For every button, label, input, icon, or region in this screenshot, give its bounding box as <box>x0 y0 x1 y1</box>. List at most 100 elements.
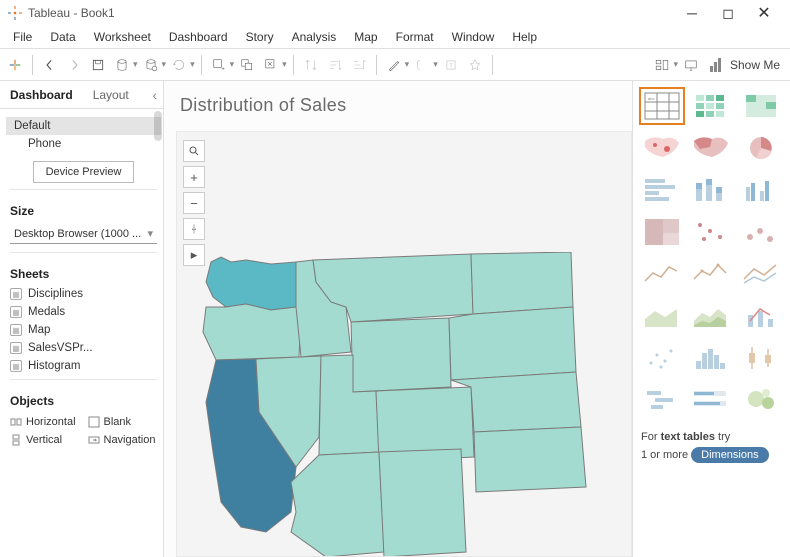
pause-auto-updates-button[interactable] <box>140 54 162 76</box>
map-zoom-in-button[interactable]: + <box>183 166 205 188</box>
size-value: Desktop Browser (1000 ... <box>14 228 141 240</box>
chart-type-area-continuous[interactable] <box>639 297 685 335</box>
object-navigation[interactable]: Navigation <box>86 432 160 448</box>
chart-type-heat-map[interactable] <box>689 87 735 125</box>
dropdown-icon[interactable]: ▾ <box>405 59 410 70</box>
group-button[interactable] <box>411 54 433 76</box>
chart-type-packed-bubble[interactable] <box>738 381 784 419</box>
menu-dashboard[interactable]: Dashboard <box>160 28 237 46</box>
refresh-button[interactable] <box>168 54 190 76</box>
dropdown-icon[interactable]: ▾ <box>282 59 287 70</box>
show-me-button[interactable]: Show Me <box>704 53 786 77</box>
collapse-panel-button[interactable]: ‹ <box>146 87 163 103</box>
save-button[interactable] <box>87 54 109 76</box>
chart-type-highlight-table[interactable] <box>738 87 784 125</box>
new-data-source-button[interactable] <box>111 54 133 76</box>
clear-button[interactable] <box>260 54 282 76</box>
close-button[interactable]: ✕ <box>746 1 782 25</box>
object-vertical[interactable]: Vertical <box>8 432 82 448</box>
worksheet-icon: ▦ <box>10 288 22 300</box>
size-dropdown[interactable]: Desktop Browser (1000 ... ▾ <box>10 224 157 244</box>
chart-type-bullet[interactable] <box>689 381 735 419</box>
dropdown-icon[interactable]: ▾ <box>673 59 678 70</box>
totals-button[interactable]: T <box>440 54 462 76</box>
scrollbar[interactable] <box>154 111 162 141</box>
horizontal-icon <box>10 416 22 428</box>
menu-data[interactable]: Data <box>41 28 84 46</box>
new-worksheet-button[interactable]: + <box>208 54 230 76</box>
map-view[interactable]: + − ▸ <box>176 131 632 557</box>
dropdown-icon[interactable]: ▾ <box>190 59 195 70</box>
tab-dashboard[interactable]: Dashboard <box>0 81 83 109</box>
back-button[interactable] <box>39 54 61 76</box>
highlight-button[interactable] <box>383 54 405 76</box>
divider <box>10 189 157 190</box>
state-arizona <box>291 452 384 557</box>
dropdown-icon[interactable]: ▾ <box>433 59 438 70</box>
sort-desc-button[interactable] <box>348 54 370 76</box>
map-zoom-out-button[interactable]: − <box>183 192 205 214</box>
menu-story[interactable]: Story <box>237 28 283 46</box>
chart-type-treemap[interactable] <box>639 213 685 251</box>
chart-type-line-continuous[interactable] <box>639 255 685 293</box>
chart-type-area-discrete[interactable] <box>689 297 735 335</box>
window-title: Tableau - Book1 <box>28 6 674 20</box>
chart-type-circle-views[interactable] <box>689 213 735 251</box>
chart-type-side-by-side-circle[interactable] <box>738 213 784 251</box>
dropdown-icon[interactable]: ▾ <box>162 59 167 70</box>
chart-type-dual-line[interactable] <box>738 255 784 293</box>
menu-worksheet[interactable]: Worksheet <box>85 28 160 46</box>
device-phone[interactable]: Phone <box>6 135 161 153</box>
chart-type-histogram[interactable] <box>689 339 735 377</box>
minimize-button[interactable]: ─ <box>674 1 710 25</box>
menu-analysis[interactable]: Analysis <box>283 28 346 46</box>
left-panel: Dashboard Layout ‹ Default Phone Device … <box>0 81 164 557</box>
sheet-item-medals[interactable]: ▦Medals <box>4 303 163 321</box>
maximize-button[interactable]: ◻ <box>710 1 746 25</box>
map-search-button[interactable] <box>183 140 205 162</box>
object-horizontal[interactable]: Horizontal <box>8 414 82 430</box>
sheet-item-map[interactable]: ▦Map <box>4 321 163 339</box>
device-preview-button[interactable]: Device Preview <box>33 161 135 183</box>
chart-type-text-table[interactable]: abc <box>639 87 685 125</box>
menu-format[interactable]: Format <box>387 28 443 46</box>
tableau-icon[interactable] <box>4 54 26 76</box>
fit-button[interactable] <box>651 54 673 76</box>
chart-type-box-plot[interactable] <box>738 339 784 377</box>
object-blank[interactable]: Blank <box>86 414 160 430</box>
chart-type-filled-map[interactable] <box>689 129 735 167</box>
dropdown-icon[interactable]: ▾ <box>230 59 235 70</box>
chart-type-stacked-bar[interactable] <box>689 171 735 209</box>
worksheet-icon: ▦ <box>10 342 22 354</box>
sheet-item-histogram[interactable]: ▦Histogram <box>4 357 163 375</box>
sheet-item-salesvspr[interactable]: ▦SalesVSPr... <box>4 339 163 357</box>
dropdown-icon[interactable]: ▾ <box>133 59 138 70</box>
sort-asc-button[interactable] <box>324 54 346 76</box>
show-me-grid: abc <box>633 81 790 425</box>
chart-type-pie[interactable] <box>738 129 784 167</box>
swap-button[interactable] <box>300 54 322 76</box>
presentation-mode-button[interactable] <box>680 54 702 76</box>
chart-type-line-discrete[interactable] <box>689 255 735 293</box>
duplicate-button[interactable] <box>236 54 258 76</box>
forward-button[interactable] <box>63 54 85 76</box>
dashboard-canvas[interactable]: Distribution of Sales + − ▸ <box>164 81 632 557</box>
menu-map[interactable]: Map <box>345 28 386 46</box>
hint-count: 1 or more <box>641 449 688 461</box>
menu-help[interactable]: Help <box>503 28 546 46</box>
pin-button[interactable] <box>464 54 486 76</box>
chart-type-gantt[interactable] <box>639 381 685 419</box>
chart-type-symbol-map[interactable] <box>639 129 685 167</box>
chart-type-side-by-side-bar[interactable] <box>738 171 784 209</box>
chart-type-horizontal-bar[interactable] <box>639 171 685 209</box>
chart-type-scatter[interactable] <box>639 339 685 377</box>
map-expand-button[interactable]: ▸ <box>183 244 205 266</box>
sheet-item-disciplines[interactable]: ▦Disciplines <box>4 285 163 303</box>
menu-file[interactable]: File <box>4 28 41 46</box>
tab-layout[interactable]: Layout <box>83 81 139 109</box>
menu-window[interactable]: Window <box>443 28 504 46</box>
device-default[interactable]: Default <box>6 117 161 135</box>
map-pin-button[interactable] <box>183 218 205 240</box>
chart-type-dual-combination[interactable] <box>738 297 784 335</box>
show-me-panel: abc <box>632 81 790 557</box>
